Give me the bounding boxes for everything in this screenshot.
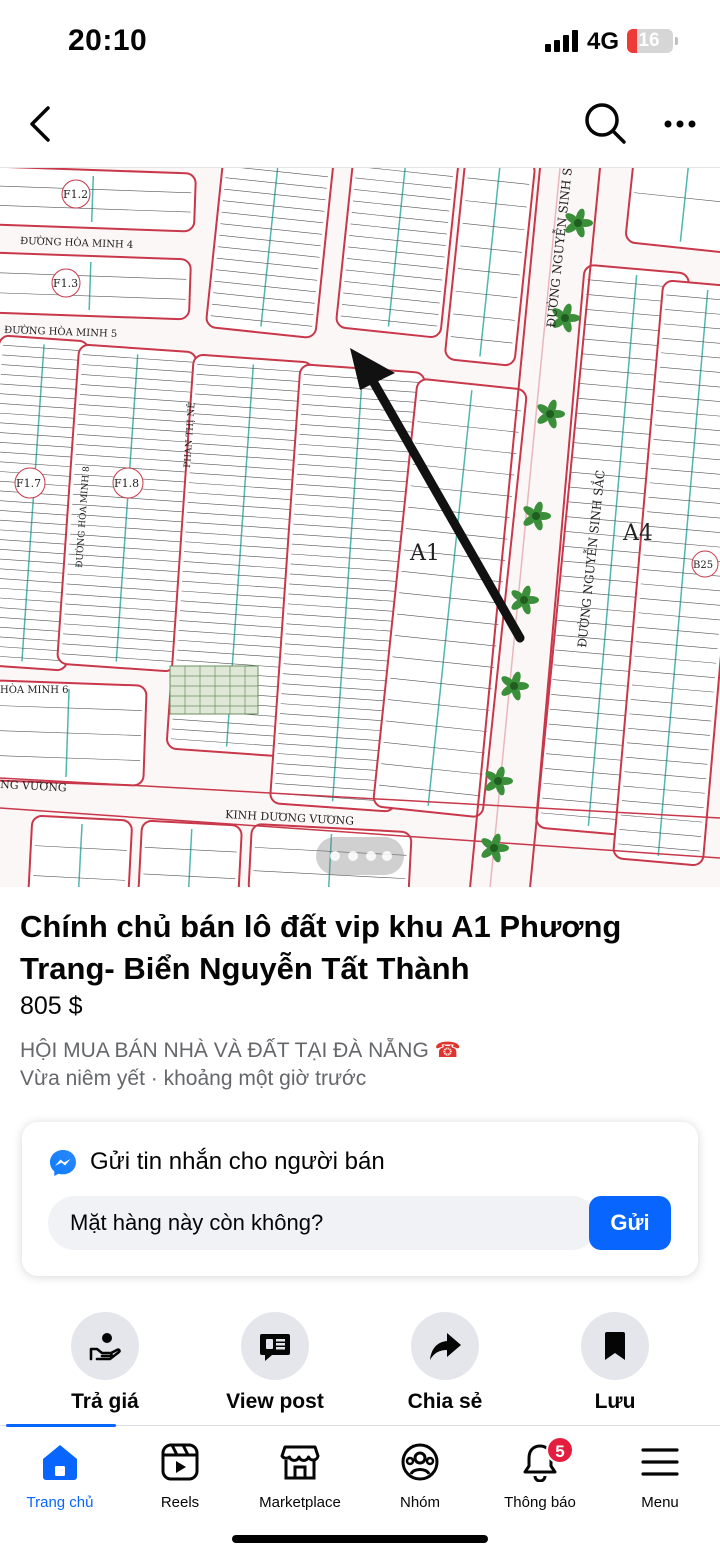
listing-title: Chính chủ bán lô đất vip khu A1 Phương T… [20,909,622,986]
tab-groups[interactable]: Nhóm [360,1442,480,1522]
message-seller-card: Gửi tin nhắn cho người bán Gửi [22,1122,698,1276]
battery-level: 16 [638,30,660,51]
messenger-icon [50,1150,76,1176]
back-button[interactable] [22,102,58,146]
network-type: 4G [587,28,620,55]
tab-reels[interactable]: Reels [120,1442,240,1522]
tab-notifications[interactable]: 5 Thông báo [480,1436,600,1522]
message-heading: Gửi tin nhắn cho người bán [90,1148,385,1175]
telephone-icon: ☎ [434,1039,461,1062]
map-label-f12: F1.2 [63,188,88,201]
share-button[interactable]: Chia sẻ [360,1310,530,1420]
search-icon [585,103,626,144]
tab-label: Menu [641,1494,679,1511]
map-label-b25: B25 [693,560,713,571]
tab-label: Marketplace [259,1494,341,1511]
listing-actions: Trả giá View post Chia sẻ Lưu [0,1310,720,1420]
post-icon [260,1334,290,1361]
listing-photo[interactable]: A1 A4 F1.2 F1.3 F1.7 F1.8 B25 ĐƯỜNG HÒA … [0,167,720,887]
hand-offer-icon [89,1333,121,1361]
tab-label: Nhóm [399,1494,440,1511]
tab-label: Reels [160,1494,200,1511]
menu-icon [641,1448,679,1476]
listing-meta: Vừa niêm yết · khoảng một giờ trước [20,1067,367,1090]
map-label-f13: F1.3 [53,277,78,290]
top-nav [0,80,720,168]
action-label: View post [226,1390,324,1413]
more-options-button[interactable] [660,106,700,142]
land-plot-map-image: A1 A4 F1.2 F1.3 F1.7 F1.8 B25 ĐƯỜNG HÒA … [0,168,720,887]
action-label: Trả giá [71,1390,139,1413]
tab-label: Thông báo [504,1494,576,1511]
status-bar: 20:10 4G 16 [0,0,720,80]
cellular-signal-icon [545,30,579,52]
map-label-f17: F1.7 [16,477,41,490]
battery-icon: 16 [627,29,678,53]
map-label-f18: F1.8 [114,477,139,490]
make-offer-button[interactable]: Trả giá [20,1310,190,1420]
search-button[interactable] [582,100,628,146]
marketplace-icon [280,1445,320,1480]
status-time: 20:10 [68,24,148,57]
send-button[interactable]: Gửi [589,1196,671,1250]
groups-icon [401,1443,439,1481]
group-name[interactable]: HỘI MUA BÁN NHÀ VÀ ĐẤT TẠI ĐÀ NẴNG ☎ [20,1038,461,1063]
map-label-hoa-minh-6: HÒA MINH 6 [0,684,69,696]
reels-icon [161,1443,199,1481]
view-post-button[interactable]: View post [190,1310,360,1420]
chevron-left-icon [30,106,50,142]
map-label-a4: A4 [622,521,653,546]
more-horizontal-icon [664,120,696,128]
message-input[interactable] [48,1196,598,1250]
group-name-text[interactable]: HỘI MUA BÁN NHÀ VÀ ĐẤT TẠI ĐÀ NẴNG [20,1039,429,1062]
carousel-indicator[interactable] [316,837,404,875]
home-indicator [232,1535,488,1543]
active-tab-indicator [6,1424,116,1427]
notification-badge: 5 [546,1436,574,1464]
action-label: Lưu [594,1390,636,1413]
share-icon [430,1333,461,1360]
home-icon [43,1445,77,1480]
listing-price: 805 $ [20,992,83,1020]
action-label: Chia sẻ [407,1390,483,1413]
tab-marketplace[interactable]: Marketplace [240,1442,360,1522]
bookmark-icon [605,1332,625,1360]
tab-home[interactable]: Trang chủ [0,1442,120,1522]
save-button[interactable]: Lưu [530,1310,700,1420]
tab-menu[interactable]: Menu [600,1442,720,1522]
map-label-a1: A1 [409,541,440,566]
